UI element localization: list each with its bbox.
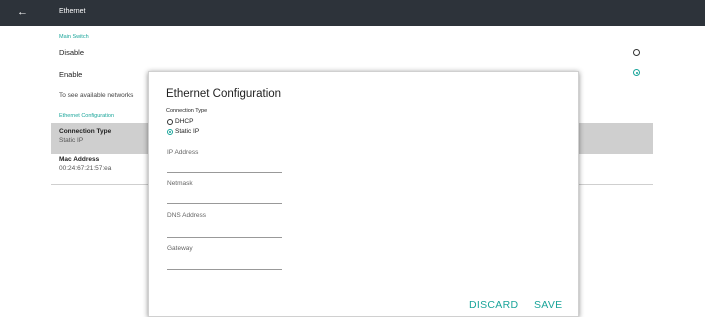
radio-static-ip[interactable] — [167, 128, 173, 135]
option-dhcp[interactable]: DHCP — [167, 118, 193, 125]
ip-address-input[interactable] — [167, 172, 282, 173]
option-static-ip[interactable]: Static IP — [167, 128, 199, 135]
netmask-label: Netmask — [167, 180, 193, 187]
option-static-ip-label: Static IP — [175, 128, 200, 135]
arrow-left-icon[interactable]: ← — [17, 5, 28, 19]
radio-dhcp[interactable] — [167, 118, 173, 125]
discard-button[interactable]: DISCARD — [469, 299, 518, 311]
connection-type-title: Connection Type — [59, 128, 112, 135]
radio-disable[interactable] — [633, 49, 640, 56]
ethernet-config-dialog: Ethernet Configuration Connection Type D… — [148, 71, 579, 317]
mac-address-value: 00:24:67:21:57:ea — [59, 165, 112, 172]
option-dhcp-label: DHCP — [175, 118, 194, 125]
option-disable-label[interactable]: Disable — [59, 48, 84, 57]
section-main-switch: Main Switch — [59, 34, 89, 40]
ip-address-label: IP Address — [167, 149, 199, 156]
section-ethernet-config: Ethernet Configuration — [59, 113, 115, 119]
available-networks-hint: To see available networks — [59, 92, 134, 99]
connection-type-label: Connection Type — [166, 108, 208, 114]
connection-type-value: Static IP — [59, 137, 84, 144]
dns-address-label: DNS Address — [167, 212, 207, 219]
save-button[interactable]: SAVE — [534, 299, 562, 311]
option-enable-label[interactable]: Enable — [59, 70, 82, 79]
mac-address-title: Mac Address — [59, 156, 100, 163]
top-app-bar: ← Ethernet — [0, 0, 705, 26]
gateway-label: Gateway — [167, 245, 193, 252]
radio-enable[interactable] — [633, 69, 640, 76]
netmask-input[interactable] — [167, 203, 282, 204]
dialog-title: Ethernet Configuration — [166, 88, 282, 100]
gateway-input[interactable] — [167, 269, 282, 270]
page-title: Ethernet — [59, 8, 86, 15]
dns-address-input[interactable] — [167, 237, 282, 238]
